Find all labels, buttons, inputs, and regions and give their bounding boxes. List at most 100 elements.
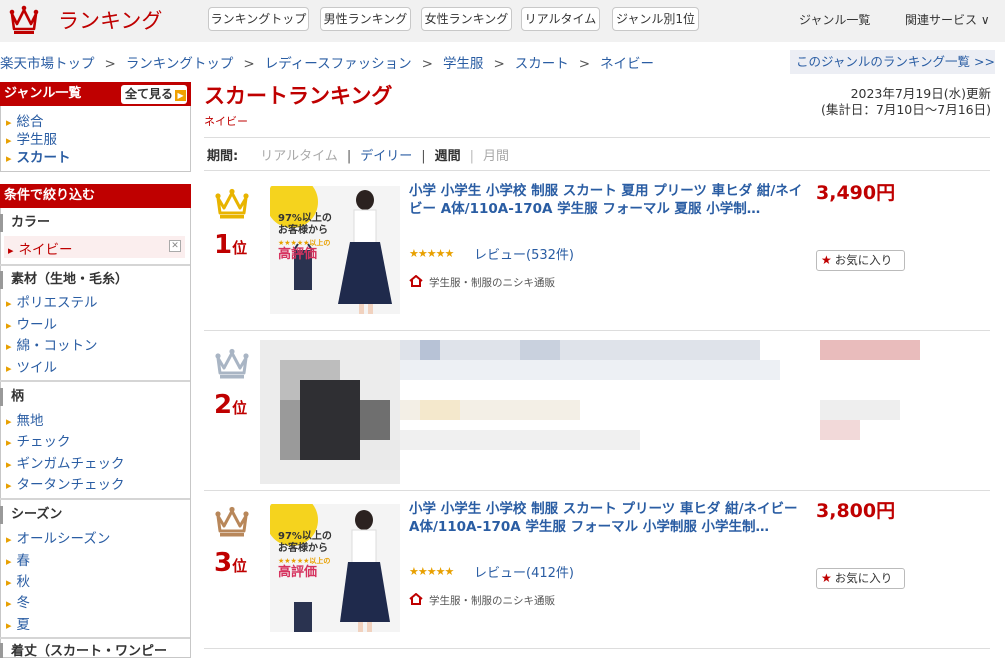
ranking-item-3: 3位 97%以上の お客様から ★★★★★以上の 高評価 小学 小学生 小学校 … [204,496,990,648]
rank-value: 2 [214,390,233,420]
silver-crown-icon [215,348,249,379]
review-count-link[interactable]: レビュー(412件) [474,562,574,581]
period-tabs: 期間: リアルタイム | デイリー | 週間 | 月間 [207,145,509,164]
divider [0,498,190,500]
review-count-link[interactable]: レビュー(532件) [474,244,574,263]
sidebar-genre-title: ジャンル一覧 [4,86,82,101]
filter-color-selected[interactable]: ネイビー ✕ [4,236,185,258]
ranking-logo-text[interactable]: ランキング [58,5,162,35]
filter-season-title: シーズン [0,506,185,524]
star-icon: ★ [821,571,832,585]
breadcrumb-ladies-fashion[interactable]: レディースファッション [265,56,412,72]
favorite-label: お気に入り [834,253,893,267]
filter-color-navy: ネイビー [8,238,73,258]
divider [204,648,990,649]
nav-ranking-top[interactable]: ランキングトップ [208,7,309,31]
period-realtime: リアルタイム [260,149,338,164]
image-badge-highlight: 高評価 [278,565,318,580]
filter-season-all[interactable]: オールシーズン [6,527,111,547]
filter-pattern-plain[interactable]: 無地 [6,409,44,429]
filter-material-polyester[interactable]: ポリエステル [6,291,98,311]
product-image[interactable]: 97%以上の お客様から ★★★★★以上の 高評価 [270,504,400,632]
image-badge-line: 以上の [309,557,331,565]
shop-link[interactable]: 学生服・制服のニシキ通販 [409,275,555,290]
filter-pattern-tartan[interactable]: タータンチェック [6,473,125,493]
shop-home-icon [409,593,423,605]
favorite-button[interactable]: ★ お気に入り [816,250,905,271]
breadcrumb-navy[interactable]: ネイビー [600,56,654,72]
breadcrumb-ranking-top[interactable]: ランキングトップ [126,56,234,72]
divider [204,170,990,171]
rank-number: 2位 [214,390,247,420]
divider [204,330,990,331]
filter-pattern-gingham[interactable]: ギンガムチェック [6,452,125,472]
sidebar-genre-skirt[interactable]: スカート [6,146,71,166]
page-subtitle: ネイビー [204,115,248,128]
image-badge-text: 97%以上の お客様から ★★★★★以上の 高評価 [278,531,332,579]
filter-material-cotton[interactable]: 綿・コットン [6,334,98,354]
aggregation-period: (集計日：7月10日～7月16日) [821,102,991,117]
breadcrumb-rakuten-top[interactable]: 楽天市場トップ [0,56,95,72]
breadcrumb-separator: > [578,56,591,72]
filter-material-wool[interactable]: ウール [6,313,58,333]
page-title: スカートランキング [204,84,393,108]
divider [0,637,190,639]
product-title-link[interactable]: 小学 小学生 小学校 制服 スカート 夏用 プリーツ 車ヒダ 紺/ネイビー A体… [409,182,809,218]
filter-pattern-check[interactable]: チェック [6,430,71,450]
filter-season-spring[interactable]: 春 [6,549,31,569]
filter-pattern-title: 柄 [0,388,185,406]
top-header: ランキング ランキングトップ 男性ランキング 女性ランキング リアルタイム ジャ… [0,0,1005,42]
blurred-product-content [260,340,920,484]
rakuten-crown-logo[interactable] [8,4,40,36]
filter-season-winter[interactable]: 冬 [6,591,31,611]
remove-filter-icon[interactable]: ✕ [169,240,181,252]
filter-color-title: カラー [0,214,185,232]
bronze-crown-icon [215,506,249,537]
image-badge-text: 97%以上の お客様から ★★★★★以上の 高評価 [278,213,332,261]
rank-value: 3 [214,548,233,578]
genre-ranking-list-button[interactable]: このジャンルのランキング一覧 >> [790,50,995,74]
period-label: 期間: [207,149,239,164]
filter-season-summer[interactable]: 夏 [6,613,31,633]
divider [0,380,190,382]
sidebar-filter-header: 条件で絞り込む [0,184,191,208]
image-badge-highlight: 高評価 [278,247,318,262]
sidebar-genre-school-uniform[interactable]: 学生服 [6,128,58,148]
filter-season-autumn[interactable]: 秋 [6,570,31,590]
nav-men-ranking[interactable]: 男性ランキング [320,7,411,31]
breadcrumb-school-uniform[interactable]: 学生服 [443,56,484,72]
shop-link[interactable]: 学生服・制服のニシキ通販 [409,593,555,608]
period-separator: | [469,149,475,164]
rank-number: 1位 [214,230,247,260]
nav-realtime[interactable]: リアルタイム [521,7,600,31]
show-all-genres-button[interactable]: 全て見る ▶ [121,85,187,104]
rating-stars: ★★★★★ [409,565,454,578]
rank-suffix: 位 [232,399,248,417]
related-services-menu[interactable]: 関連サービス ∨ [905,11,990,28]
product-image[interactable]: 97%以上の お客様から ★★★★★以上の 高評価 [270,186,400,314]
period-daily[interactable]: デイリー [360,149,412,164]
favorite-button[interactable]: ★ お気に入り [816,568,905,589]
image-badge-line: 97%以上の [278,531,332,542]
rank-number: 3位 [214,548,247,578]
breadcrumb-separator: > [104,56,116,72]
product-price: 3,490円 [816,182,896,204]
rank-suffix: 位 [232,239,248,257]
filter-material-twill[interactable]: ツイル [6,356,58,376]
sidebar-genre-all[interactable]: 総合 [6,110,44,130]
rating-stars: ★★★★★ [409,247,454,260]
update-info: 2023年7月19日(水)更新 (集計日：7月10日～7月16日) [821,86,991,118]
period-separator: | [346,149,352,164]
star-icon: ★ [821,253,832,267]
product-title-link[interactable]: 小学 小学生 小学校 制服 スカート プリーツ 車ヒダ 紺/ネイビー A体/11… [409,500,809,536]
period-separator: | [421,149,426,164]
image-badge-line: 97%以上の [278,213,332,224]
breadcrumb-separator: > [421,56,433,72]
divider [0,264,190,266]
nav-genre-first[interactable]: ジャンル別1位 [612,7,699,31]
rank-value: 1 [214,230,233,260]
genre-list-link[interactable]: ジャンル一覧 [799,11,870,28]
breadcrumb-skirt[interactable]: スカート [515,56,569,72]
filter-material-title: 素材（生地・毛糸） [0,271,185,289]
nav-women-ranking[interactable]: 女性ランキング [421,7,512,31]
